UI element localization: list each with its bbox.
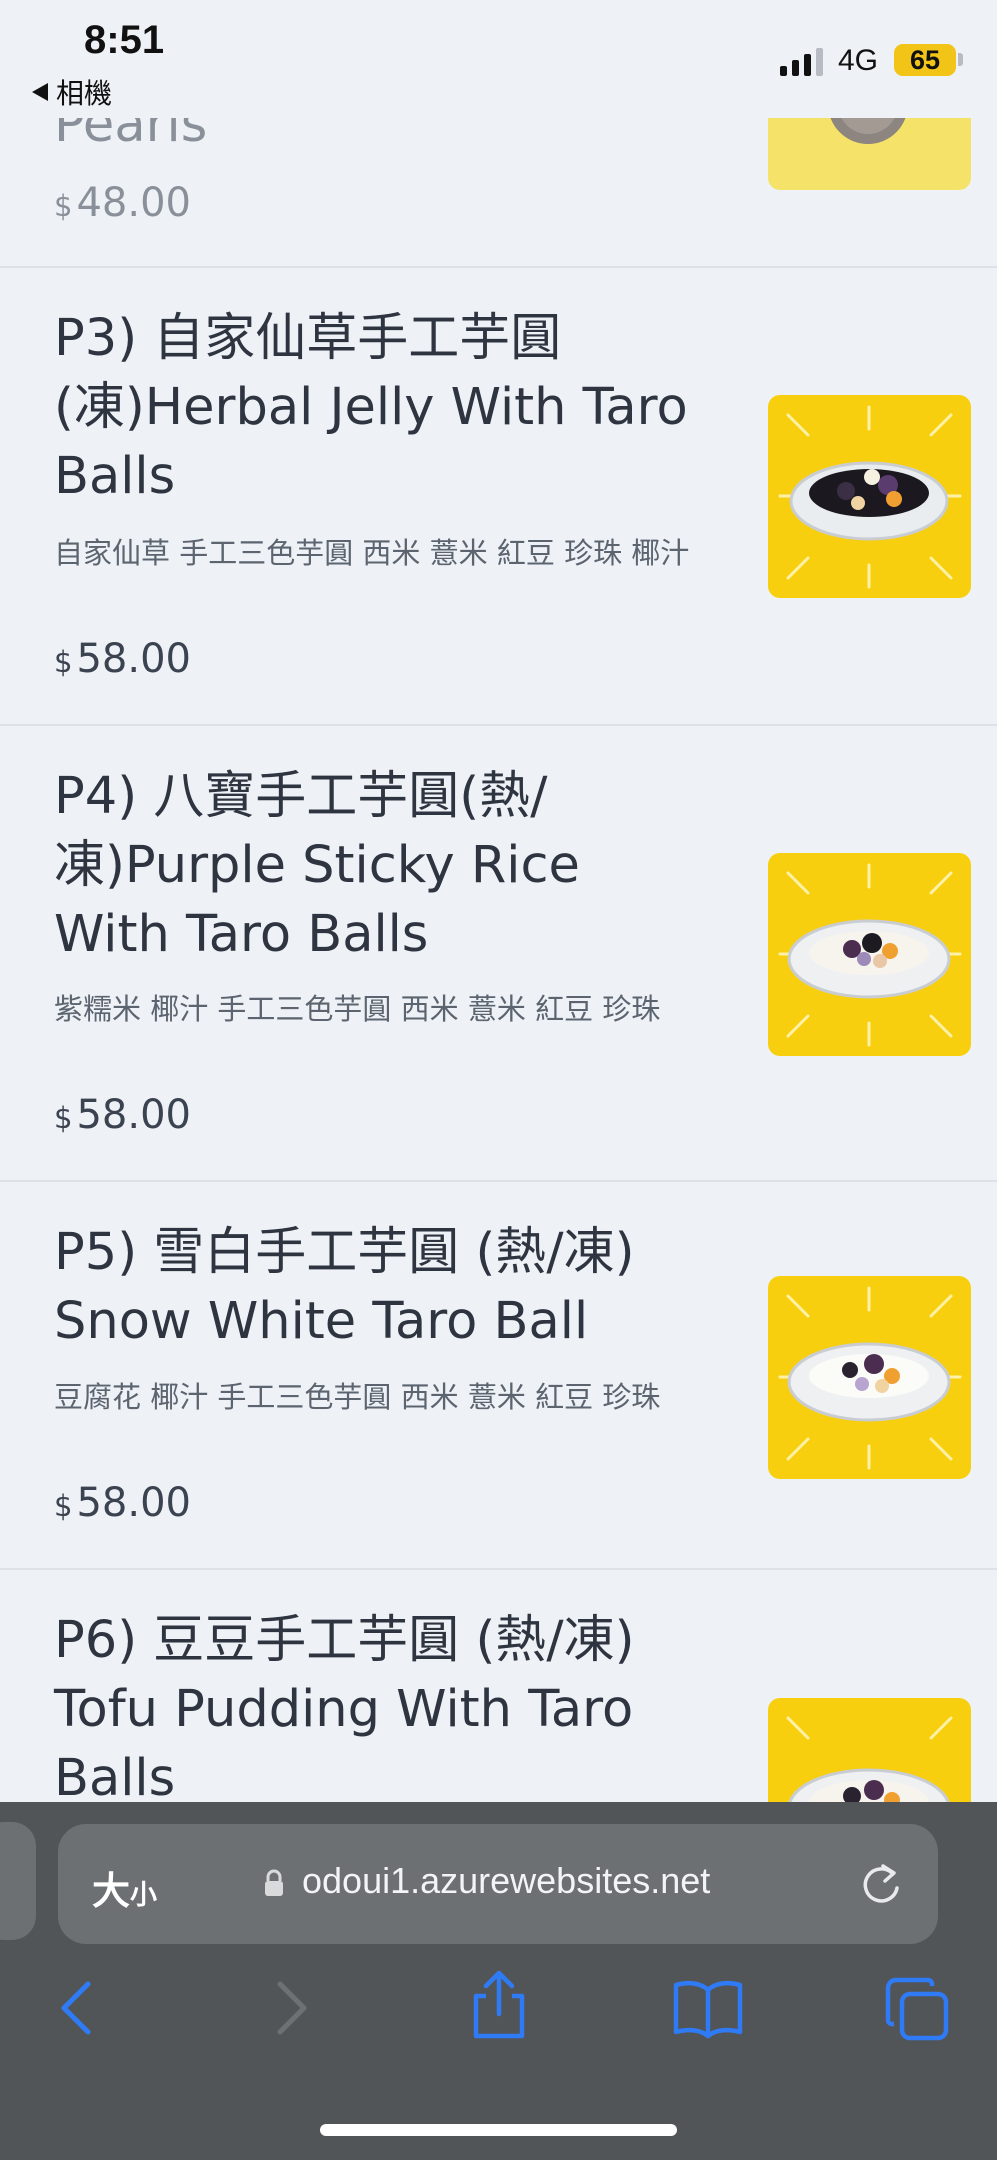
- item-price: $58.00: [54, 1480, 191, 1526]
- home-indicator[interactable]: [320, 2124, 677, 2136]
- purple-sticky-rice-bowl-image: [778, 863, 962, 1047]
- browser-toolbar: 大小 odoui1.azurewebsites.net: [0, 1802, 997, 2160]
- text-size-small-label: 小: [130, 1880, 158, 1911]
- back-to-app-link[interactable]: 相機: [32, 72, 112, 112]
- forward-chevron-icon[interactable]: [258, 1976, 322, 2040]
- currency-symbol: $: [54, 645, 73, 679]
- item-image[interactable]: [768, 395, 971, 598]
- lock-icon: [265, 1869, 283, 1896]
- item-image[interactable]: [768, 853, 971, 1056]
- battery-level: 65: [894, 44, 956, 76]
- reload-icon[interactable]: [858, 1860, 904, 1908]
- menu-item[interactable]: P4) 八寶手工芋圓(熱/凍)Purple Sticky Rice With T…: [0, 726, 997, 1182]
- cellular-signal-icon: [780, 46, 823, 76]
- menu-item[interactable]: P3) 自家仙草手工芋圓(凍)Herbal Jelly With Taro Ba…: [0, 268, 997, 726]
- price-value: 48.00: [76, 180, 191, 226]
- item-description: 紫糯米 椰汁 手工三色芋圓 西米 薏米 紅豆 珍珠: [54, 992, 661, 1026]
- previous-tab-peek[interactable]: [0, 1822, 36, 1940]
- herbal-jelly-bowl-image: [778, 405, 962, 589]
- item-title: P4) 八寶手工芋圓(熱/凍)Purple Sticky Rice With T…: [54, 767, 580, 964]
- currency-symbol: $: [54, 1101, 73, 1135]
- price-value: 58.00: [76, 1092, 191, 1138]
- battery-cap-icon: [958, 53, 963, 66]
- item-description: 自家仙草 手工三色芋圓 西米 薏米 紅豆 珍珠 椰汁: [54, 536, 690, 570]
- status-time: 8:51: [84, 18, 165, 62]
- status-bar: 8:51 相機 4G 65: [0, 0, 997, 118]
- network-type: 4G: [838, 44, 879, 77]
- bookmarks-book-icon[interactable]: [672, 1976, 744, 2040]
- item-price: $58.00: [54, 636, 191, 682]
- item-price: $58.00: [54, 1092, 191, 1138]
- item-title: P6) 豆豆手工芋圓 (熱/凍) Tofu Pudding With Taro …: [54, 1611, 635, 1808]
- item-description: 豆腐花 椰汁 手工三色芋圓 西米 薏米 紅豆 珍珠: [54, 1380, 661, 1414]
- item-image[interactable]: [768, 1276, 971, 1479]
- back-app-label: 相機: [56, 77, 113, 110]
- item-title: P3) 自家仙草手工芋圓(凍)Herbal Jelly With Taro Ba…: [54, 309, 688, 506]
- back-triangle-icon: [32, 83, 48, 101]
- item-price: $48.00: [54, 180, 191, 226]
- snow-white-taro-bowl-image: [778, 1286, 962, 1470]
- share-icon[interactable]: [464, 1970, 534, 2040]
- address-bar[interactable]: 大小 odoui1.azurewebsites.net: [58, 1824, 938, 1944]
- currency-symbol: $: [54, 189, 73, 223]
- text-size-button[interactable]: 大小: [92, 1860, 157, 1915]
- currency-symbol: $: [54, 1489, 73, 1523]
- item-title: P5) 雪白手工芋圓 (熱/凍) Snow White Taro Ball: [54, 1223, 635, 1351]
- tabs-overview-icon[interactable]: [884, 1976, 950, 2042]
- menu-item[interactable]: P5) 雪白手工芋圓 (熱/凍) Snow White Taro Ball 豆腐…: [0, 1182, 997, 1570]
- price-value: 58.00: [76, 1480, 191, 1526]
- url-text[interactable]: odoui1.azurewebsites.net: [302, 1860, 710, 1902]
- back-chevron-icon[interactable]: [46, 1976, 110, 2040]
- text-size-large-label: 大: [92, 1869, 131, 1913]
- price-value: 58.00: [76, 636, 191, 682]
